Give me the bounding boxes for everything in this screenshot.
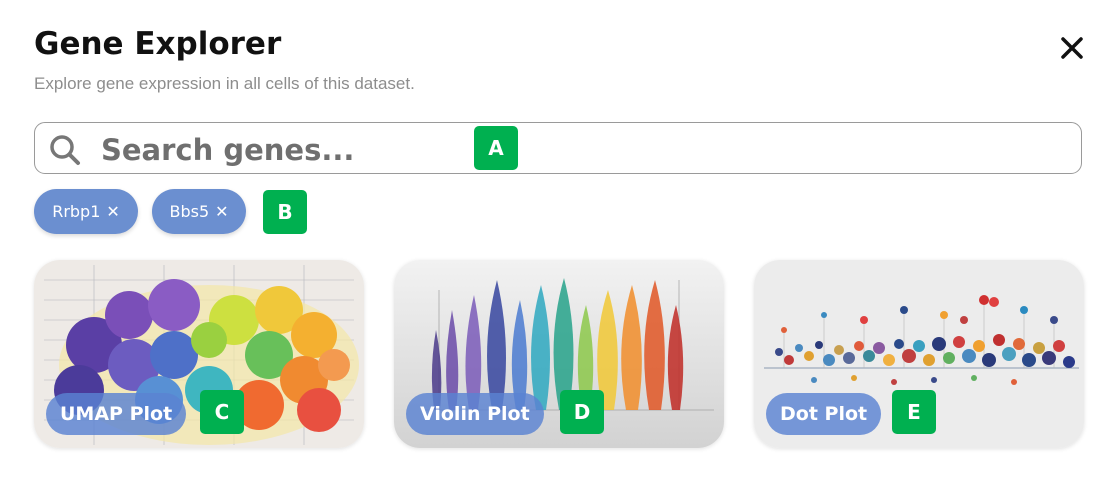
close-button[interactable] <box>1056 32 1088 64</box>
search-icon <box>50 135 80 165</box>
remove-chip-icon[interactable]: ✕ <box>106 202 119 221</box>
gene-chip-label: Rrbp1 <box>52 202 101 221</box>
dialog-title: Gene Explorer <box>34 26 282 62</box>
search-box[interactable] <box>34 122 1082 174</box>
violin-plot-label: Violin Plot <box>406 393 544 435</box>
search-input[interactable] <box>99 129 1063 171</box>
gene-chip-bbs5[interactable]: Bbs5 ✕ <box>152 189 246 234</box>
marker-c: C <box>200 390 244 434</box>
violin-plot-card[interactable]: Violin Plot <box>394 260 724 448</box>
dot-plot-label: Dot Plot <box>766 393 882 435</box>
umap-plot-label: UMAP Plot <box>46 393 187 435</box>
dialog-subtitle: Explore gene expression in all cells of … <box>34 74 415 93</box>
gene-chip-label: Bbs5 <box>169 202 210 221</box>
marker-e: E <box>892 390 936 434</box>
gene-chip-rrbp1[interactable]: Rrbp1 ✕ <box>34 189 138 234</box>
close-icon <box>1061 37 1083 59</box>
marker-b: B <box>263 190 307 234</box>
marker-d: D <box>560 390 604 434</box>
marker-a: A <box>474 126 518 170</box>
remove-chip-icon[interactable]: ✕ <box>215 202 228 221</box>
umap-plot-card[interactable]: UMAP Plot <box>34 260 364 448</box>
